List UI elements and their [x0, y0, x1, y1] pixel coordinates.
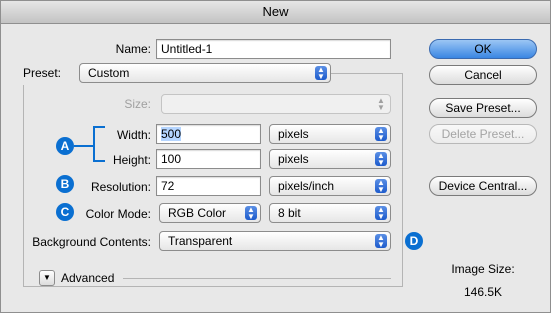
chevron-updown-icon: ▲ ▼ — [375, 179, 387, 194]
preset-select[interactable]: Custom ▲ ▼ — [79, 63, 331, 83]
name-field[interactable]: Untitled-1 — [156, 39, 391, 59]
background-contents-label: Background Contents: — [32, 235, 151, 249]
background-contents-select[interactable]: Transparent ▲ ▼ — [159, 231, 391, 251]
width-unit-select[interactable]: pixels ▲ ▼ — [269, 124, 391, 144]
chevron-updown-icon: ▲ ▼ — [315, 66, 327, 81]
chevron-updown-icon: ▲ ▼ — [245, 206, 257, 221]
width-value: 500 — [161, 127, 182, 141]
color-mode-value: RGB Color — [168, 206, 227, 220]
color-mode-label: Color Mode: — [85, 207, 151, 221]
chevron-updown-icon: ▲ ▼ — [375, 206, 387, 221]
size-select: ▲ ▼ — [161, 94, 391, 114]
bit-depth-value: 8 bit — [278, 206, 301, 220]
width-unit-value: pixels — [278, 127, 309, 141]
callout-badge-b: B — [56, 175, 74, 193]
height-field[interactable]: 100 — [156, 149, 261, 169]
callout-badge-d: D — [405, 232, 423, 250]
chevron-updown-icon: ▲ ▼ — [377, 96, 385, 112]
image-size-label: Image Size: — [451, 262, 515, 276]
resolution-unit-select[interactable]: pixels/inch ▲ ▼ — [269, 176, 391, 196]
width-field[interactable]: 500 — [156, 124, 261, 144]
chevron-updown-icon: ▲ ▼ — [375, 127, 387, 142]
callout-badge-c: C — [56, 203, 74, 221]
new-document-dialog: New Name: Untitled-1 Preset: Custom ▲ ▼ S… — [0, 0, 551, 313]
resolution-unit-value: pixels/inch — [278, 179, 335, 193]
bit-depth-select[interactable]: 8 bit ▲ ▼ — [269, 203, 391, 223]
resolution-field[interactable]: 72 — [156, 176, 261, 196]
callout-connector-a — [74, 145, 94, 147]
size-label: Size: — [124, 97, 151, 111]
advanced-divider — [123, 278, 391, 279]
device-central-button[interactable]: Device Central... — [429, 176, 537, 196]
advanced-disclosure-icon[interactable]: ▼ — [39, 270, 55, 286]
background-contents-value: Transparent — [168, 234, 233, 248]
callout-badge-a: A — [56, 137, 74, 155]
color-mode-select[interactable]: RGB Color ▲ ▼ — [159, 203, 261, 223]
delete-preset-button: Delete Preset... — [429, 124, 537, 144]
ok-button[interactable]: OK — [429, 39, 537, 59]
name-label: Name: — [115, 42, 151, 56]
preset-select-value: Custom — [88, 66, 130, 80]
height-unit-select[interactable]: pixels ▲ ▼ — [269, 149, 391, 169]
advanced-label: Advanced — [61, 271, 115, 285]
height-label: Height: — [112, 153, 151, 167]
dialog-title: New — [1, 1, 550, 24]
chevron-updown-icon: ▲ ▼ — [375, 152, 387, 167]
save-preset-button[interactable]: Save Preset... — [429, 98, 537, 118]
chevron-updown-icon: ▲ ▼ — [375, 234, 387, 249]
image-size-value: 146.5K — [463, 285, 503, 299]
resolution-label: Resolution: — [90, 180, 151, 194]
cancel-button[interactable]: Cancel — [429, 65, 537, 85]
width-label: Width: — [116, 128, 151, 142]
height-unit-value: pixels — [278, 152, 309, 166]
preset-label: Preset: — [23, 66, 62, 80]
